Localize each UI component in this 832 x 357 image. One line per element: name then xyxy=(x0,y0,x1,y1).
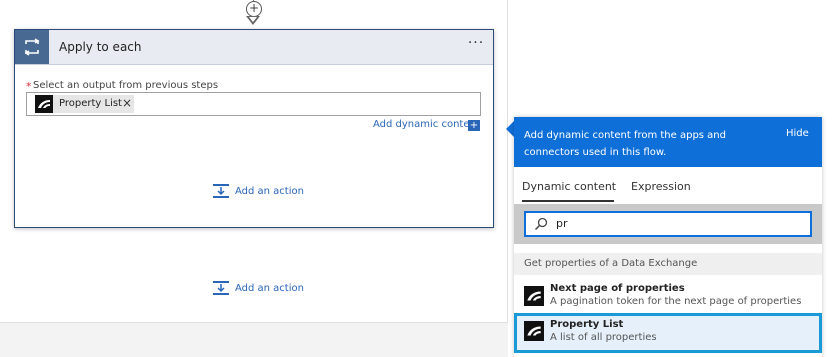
search-value: pr xyxy=(556,217,568,230)
search-area: pr xyxy=(514,204,822,244)
hide-button[interactable]: Hide xyxy=(786,128,809,139)
dynamic-content-panel: Add dynamic content from the apps and co… xyxy=(514,117,822,357)
dynamic-item-next-page[interactable]: Next page of properties A pagination tok… xyxy=(514,280,822,314)
item-title: Property List xyxy=(550,319,624,330)
card-title: Apply to each xyxy=(59,40,142,54)
token-label: Property List xyxy=(59,98,122,109)
panel-header-text: Add dynamic content from the apps and co… xyxy=(524,130,726,158)
add-dynamic-content-plus-icon[interactable]: + xyxy=(468,120,480,131)
group-header-text: Get properties of a Data Exchange xyxy=(524,258,698,269)
search-icon xyxy=(534,217,548,231)
data-exchange-icon xyxy=(524,321,544,341)
add-action-icon[interactable] xyxy=(212,280,230,296)
apply-to-each-card: Apply to each ··· * Select an output fro… xyxy=(14,29,494,228)
item-description: A list of all properties xyxy=(550,332,657,343)
search-input[interactable]: pr xyxy=(524,211,812,237)
panel-header: Add dynamic content from the apps and co… xyxy=(514,117,822,167)
add-action-outer-link[interactable]: Add an action xyxy=(235,283,304,294)
group-header: Get properties of a Data Exchange xyxy=(514,253,822,275)
property-list-token[interactable]: Property List × xyxy=(35,95,134,113)
data-exchange-icon xyxy=(524,286,544,306)
add-action-inner-link[interactable]: Add an action xyxy=(235,186,304,197)
tab-dynamic-content[interactable]: Dynamic content xyxy=(522,180,616,193)
add-dynamic-content-link[interactable]: Add dynamic content xyxy=(373,119,480,130)
dynamic-item-property-list[interactable]: Property List A list of all properties xyxy=(514,313,822,353)
output-token-input[interactable]: Property List × xyxy=(26,92,481,116)
card-header[interactable]: Apply to each ··· xyxy=(15,30,493,65)
item-description: A pagination token for the next page of … xyxy=(550,296,802,307)
field-label: Select an output from previous steps xyxy=(33,80,219,91)
data-exchange-icon xyxy=(35,95,53,113)
more-options-button[interactable]: ··· xyxy=(465,35,487,55)
token-remove-icon[interactable]: × xyxy=(122,96,132,110)
loop-icon xyxy=(15,30,49,64)
item-title: Next page of properties xyxy=(550,283,685,294)
flow-arrow-inner xyxy=(249,17,257,22)
active-tab-indicator xyxy=(522,200,614,202)
tab-expression[interactable]: Expression xyxy=(631,180,691,193)
insert-step-button[interactable]: + xyxy=(246,1,262,17)
add-action-icon[interactable] xyxy=(212,183,230,199)
